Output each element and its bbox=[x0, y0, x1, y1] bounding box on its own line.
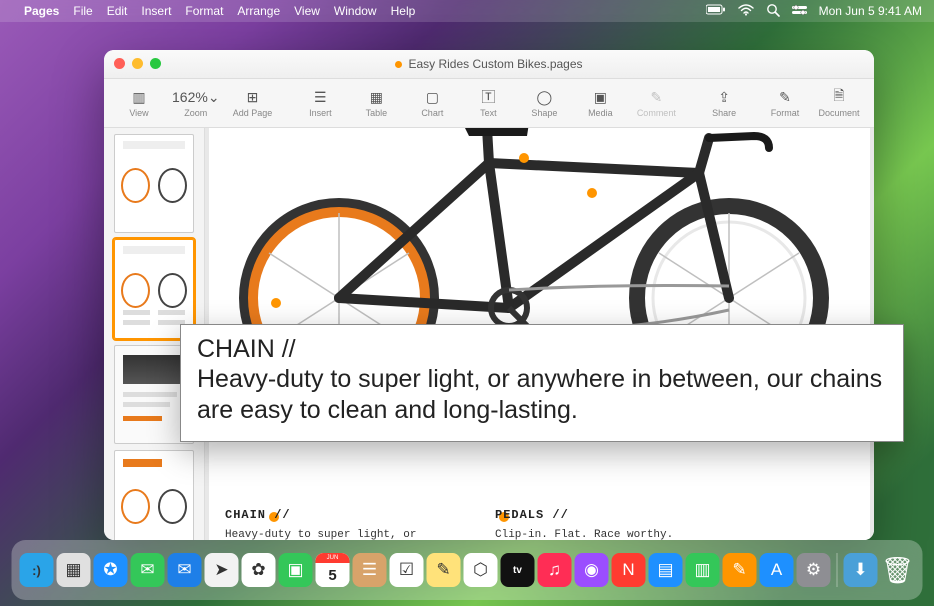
toolbar-table-button[interactable]: ▦Table bbox=[349, 81, 403, 125]
dock-settings-icon[interactable]: ⚙ bbox=[797, 553, 831, 587]
share-icon: ⇪ bbox=[718, 88, 730, 106]
pedals-heading: PEDALS // bbox=[495, 508, 715, 522]
pedals-body[interactable]: Clip-in. Flat. Race worthy. Metal. Nonsl… bbox=[495, 528, 715, 540]
system-menubar: Pages File Edit Insert Format Arrange Vi… bbox=[0, 0, 934, 22]
toolbar-zoom-button[interactable]: 162% ⌄ Zoom bbox=[166, 81, 226, 125]
window-close-button[interactable] bbox=[114, 58, 125, 69]
window-minimize-button[interactable] bbox=[132, 58, 143, 69]
dock-appstore-icon[interactable]: A bbox=[760, 553, 794, 587]
pedals-section: PEDALS // Clip-in. Flat. Race worthy. Me… bbox=[495, 508, 715, 540]
toolbar-view-button[interactable]: ▥ View bbox=[112, 81, 166, 125]
dock-notes-icon[interactable]: ✎ bbox=[427, 553, 461, 587]
toolbar-format-button[interactable]: ✎Format bbox=[758, 81, 812, 125]
dock-news-icon[interactable]: N bbox=[612, 553, 646, 587]
dock-keynote-icon[interactable]: ▤ bbox=[649, 553, 683, 587]
dock-finder-icon[interactable] bbox=[20, 553, 54, 587]
page-thumbnail-1[interactable] bbox=[114, 134, 194, 233]
dock-music-icon[interactable]: ♫ bbox=[538, 553, 572, 587]
pages-window: Easy Rides Custom Bikes.pages ▥ View 162… bbox=[104, 50, 874, 540]
toolbar-comment-button: ✎Comment bbox=[629, 81, 683, 125]
battery-icon[interactable] bbox=[706, 4, 726, 18]
document-modified-icon bbox=[395, 61, 402, 68]
menu-edit[interactable]: Edit bbox=[107, 4, 128, 18]
window-title: Easy Rides Custom Bikes.pages bbox=[408, 57, 582, 71]
app-menu-pages[interactable]: Pages bbox=[24, 4, 59, 18]
dock-mail-icon[interactable]: ✉ bbox=[168, 553, 202, 587]
dock-numbers-icon[interactable]: ▥ bbox=[686, 553, 720, 587]
insert-icon: ☰ bbox=[314, 88, 327, 106]
sidebar-icon: ▥ bbox=[132, 88, 145, 106]
hover-heading: CHAIN // bbox=[197, 335, 887, 364]
toolbar-add-page-button[interactable]: ⊞ Add Page bbox=[226, 81, 280, 125]
toolbar-share-button[interactable]: ⇪Share bbox=[697, 81, 751, 125]
dock-pages-icon[interactable]: ✎ bbox=[723, 553, 757, 587]
dock-trash-icon[interactable]: 🗑 bbox=[881, 553, 915, 587]
brush-icon: ✎ bbox=[779, 88, 791, 106]
callout-dot-saddle bbox=[519, 153, 529, 163]
dock-reminders-icon[interactable]: ☑ bbox=[390, 553, 424, 587]
wifi-icon[interactable] bbox=[738, 4, 754, 19]
dock-contacts-icon[interactable]: ☰ bbox=[353, 553, 387, 587]
menu-insert[interactable]: Insert bbox=[141, 4, 171, 18]
toolbar-chart-button[interactable]: ▢Chart bbox=[405, 81, 459, 125]
dock-facetime-icon[interactable]: ▣ bbox=[279, 553, 313, 587]
toolbar: ▥ View 162% ⌄ Zoom ⊞ Add Page ☰Insert ▦T… bbox=[104, 79, 874, 128]
dock-downloads-icon[interactable]: ⬇ bbox=[844, 553, 878, 587]
dock-tv-icon[interactable]: tv bbox=[501, 553, 535, 587]
window-fullscreen-button[interactable] bbox=[150, 58, 161, 69]
menu-file[interactable]: File bbox=[73, 4, 92, 18]
toolbar-media-button[interactable]: ▣Media bbox=[573, 81, 627, 125]
chain-heading: CHAIN // bbox=[225, 508, 445, 522]
document-icon: 🗎 bbox=[833, 88, 844, 106]
page-thumbnail-4[interactable] bbox=[114, 450, 194, 540]
hover-body: Heavy-duty to super light, or anywhere i… bbox=[197, 364, 887, 427]
comment-icon: ✎ bbox=[650, 88, 662, 106]
media-icon: ▣ bbox=[594, 88, 607, 106]
chart-icon: ▢ bbox=[426, 88, 439, 106]
menu-arrange[interactable]: Arrange bbox=[237, 4, 280, 18]
table-icon: ▦ bbox=[370, 88, 383, 106]
menu-help[interactable]: Help bbox=[391, 4, 416, 18]
dock-maps-icon[interactable]: ➤ bbox=[205, 553, 239, 587]
spotlight-icon[interactable] bbox=[766, 3, 780, 20]
chain-body[interactable]: Heavy-duty to super light, or anywhere i… bbox=[225, 528, 445, 540]
dock-separator bbox=[837, 553, 838, 587]
text-icon: 🅃 bbox=[481, 88, 495, 106]
dock-freeform-icon[interactable]: ⬡ bbox=[464, 553, 498, 587]
toolbar-text-button[interactable]: 🅃Text bbox=[461, 81, 515, 125]
toolbar-shape-button[interactable]: ◯Shape bbox=[517, 81, 571, 125]
hover-text-overlay: CHAIN // Heavy-duty to super light, or a… bbox=[180, 324, 904, 442]
callout-dot-wheel bbox=[271, 298, 281, 308]
dock-launchpad-icon[interactable]: ▦ bbox=[57, 553, 91, 587]
toolbar-insert-button[interactable]: ☰Insert bbox=[293, 81, 347, 125]
dock: ▦✪✉✉➤✿▣JUN5☰☑✎⬡tv♫◉N▤▥✎A⚙⬇🗑 bbox=[12, 540, 923, 600]
dock-messages-icon[interactable]: ✉ bbox=[131, 553, 165, 587]
dock-photos-icon[interactable]: ✿ bbox=[242, 553, 276, 587]
menu-window[interactable]: Window bbox=[334, 4, 377, 18]
dock-podcasts-icon[interactable]: ◉ bbox=[575, 553, 609, 587]
dock-calendar-icon[interactable]: JUN5 bbox=[316, 553, 350, 587]
plus-icon: ⊞ bbox=[247, 88, 259, 106]
menubar-clock[interactable]: Mon Jun 5 9:41 AM bbox=[819, 4, 922, 18]
toolbar-document-button[interactable]: 🗎Document bbox=[812, 81, 866, 125]
control-center-icon[interactable] bbox=[792, 4, 807, 19]
menu-format[interactable]: Format bbox=[185, 4, 223, 18]
menu-view[interactable]: View bbox=[294, 4, 320, 18]
shape-icon: ◯ bbox=[536, 88, 552, 106]
dock-safari-icon[interactable]: ✪ bbox=[94, 553, 128, 587]
chain-section: CHAIN // Heavy-duty to super light, or a… bbox=[225, 508, 445, 540]
titlebar: Easy Rides Custom Bikes.pages bbox=[104, 50, 874, 79]
callout-dot-frame bbox=[587, 188, 597, 198]
zoom-value: 162% ⌄ bbox=[172, 88, 220, 106]
